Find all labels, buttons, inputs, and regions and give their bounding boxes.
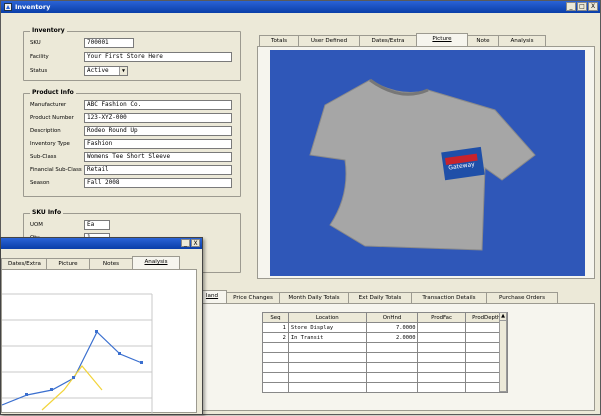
- financial-sub-class-field[interactable]: Retail: [84, 165, 232, 175]
- inventory-type-label: Inventory Type: [30, 141, 70, 147]
- cell-location[interactable]: Store Display: [287, 322, 367, 333]
- product-info-legend: Product Info: [30, 89, 76, 96]
- table-row[interactable]: 2 In Transit 2.0000: [262, 332, 509, 343]
- tab-notes[interactable]: Notes: [89, 258, 133, 269]
- tab-price-changes[interactable]: Price Changes: [226, 292, 280, 303]
- sub-class-label: Sub-Class: [30, 154, 57, 160]
- tab-dates-extra[interactable]: Dates/Extra: [1, 258, 47, 269]
- tab-user-defined[interactable]: User Defined: [298, 35, 360, 46]
- sku-label: SKU: [30, 40, 41, 46]
- cell-onhnd[interactable]: 7.0000: [365, 322, 419, 333]
- table-header: Seq Location OnHnd ProdFac ProdDepth: [262, 312, 509, 323]
- chart-series-blue: [1, 331, 143, 406]
- manufacturer-field[interactable]: ABC Fashion Co.: [84, 100, 232, 110]
- tab-note[interactable]: Note: [467, 35, 499, 46]
- product-info-group: Product Info Manufacturer ABC Fashion Co.…: [23, 89, 241, 197]
- close-button[interactable]: X: [588, 2, 598, 11]
- restore-button[interactable]: □: [577, 2, 587, 11]
- status-value: Active: [87, 67, 109, 74]
- window-title: Inventory: [15, 3, 51, 11]
- cell-seq[interactable]: 1: [262, 322, 289, 333]
- cell-prodfac[interactable]: [417, 322, 466, 333]
- table-row[interactable]: 1 Store Display 7.0000: [262, 322, 509, 333]
- facility-label: Facility: [30, 54, 49, 60]
- minimize-button[interactable]: _: [566, 2, 576, 11]
- sku-field[interactable]: 700001: [84, 38, 134, 48]
- tab-analysis[interactable]: Analysis: [132, 256, 180, 269]
- chart-point: [140, 361, 143, 364]
- table-row[interactable]: [262, 352, 509, 363]
- table-row[interactable]: [262, 362, 509, 373]
- financial-sub-class-label: Financial Sub-Class: [30, 167, 82, 173]
- chart-point: [50, 388, 53, 391]
- status-select[interactable]: Active ▼: [84, 66, 128, 76]
- product-picture: Gateway: [270, 50, 585, 276]
- table-scrollbar[interactable]: ▲: [499, 312, 507, 392]
- product-number-label: Product Number: [30, 115, 74, 121]
- chart-points: [25, 330, 143, 396]
- tab-picture[interactable]: Picture: [46, 258, 90, 269]
- analysis-close-button[interactable]: X: [191, 239, 200, 247]
- col-seq[interactable]: Seq: [262, 312, 289, 323]
- analysis-chart: [1, 269, 197, 414]
- tab-purchase-orders[interactable]: Purchase Orders: [486, 292, 558, 303]
- picture-panel: Gateway: [257, 46, 595, 279]
- tab-picture[interactable]: Picture: [416, 33, 468, 46]
- tab-ext-daily-totals[interactable]: Ext Daily Totals: [348, 292, 412, 303]
- chart-point: [72, 376, 75, 379]
- cell-location[interactable]: In Transit: [287, 332, 367, 343]
- tab-transaction-details[interactable]: Transaction Details: [411, 292, 487, 303]
- tab-month-daily-totals[interactable]: Month Daily Totals: [279, 292, 349, 303]
- season-label: Season: [30, 180, 50, 186]
- chart-point: [95, 330, 98, 333]
- scroll-up-icon[interactable]: ▲: [500, 313, 506, 321]
- analysis-window: _ X Dates/Extra Picture Notes Analysis: [0, 237, 203, 415]
- tab-dates-extra[interactable]: Dates/Extra: [359, 35, 417, 46]
- title-bar[interactable]: Inventory _ □ X: [1, 1, 600, 13]
- tshirt-image: Gateway: [270, 50, 585, 276]
- analysis-title-bar[interactable]: _ X: [1, 238, 202, 249]
- location-tabs: Iand Price Changes Month Daily Totals Ex…: [197, 290, 558, 303]
- analysis-minimize-button[interactable]: _: [181, 239, 190, 247]
- table-row[interactable]: [262, 382, 509, 393]
- app-icon: [4, 3, 12, 11]
- col-location[interactable]: Location: [287, 312, 367, 323]
- tab-analysis[interactable]: Analysis: [498, 35, 546, 46]
- table-row[interactable]: [262, 342, 509, 353]
- description-field[interactable]: Rodeo Round Up: [84, 126, 232, 136]
- cell-onhnd[interactable]: 2.0000: [365, 332, 419, 343]
- chevron-down-icon[interactable]: ▼: [119, 67, 127, 75]
- table-row[interactable]: [262, 372, 509, 383]
- season-field[interactable]: Fall 2008: [84, 178, 232, 188]
- locations-table: Seq Location OnHnd ProdFac ProdDepth 1 S…: [262, 312, 509, 393]
- sub-class-field[interactable]: Womens Tee Short Sleeve: [84, 152, 232, 162]
- uom-label: UOM: [30, 222, 43, 228]
- chart-point: [118, 352, 121, 355]
- cell-prodfac[interactable]: [417, 332, 466, 343]
- col-prodfac[interactable]: ProdFac: [417, 312, 466, 323]
- inventory-legend: Inventory: [30, 27, 67, 34]
- col-onhnd[interactable]: OnHnd: [365, 312, 419, 323]
- uom-field[interactable]: Ea: [84, 220, 110, 230]
- product-number-field[interactable]: 123-XYZ-000: [84, 113, 232, 123]
- detail-tabs: Totals User Defined Dates/Extra Picture …: [259, 33, 546, 46]
- status-label: Status: [30, 68, 48, 74]
- inventory-group: Inventory SKU 700001 Facility Your First S…: [23, 27, 241, 81]
- analysis-tabs: Dates/Extra Picture Notes Analysis: [1, 256, 180, 269]
- facility-field[interactable]: Your First Store Here: [84, 52, 232, 62]
- cell-seq[interactable]: 2: [262, 332, 289, 343]
- analysis-chart-svg: [1, 293, 153, 414]
- chart-point: [25, 393, 28, 396]
- locations-panel: Seq Location OnHnd ProdFac ProdDepth 1 S…: [197, 303, 595, 411]
- description-label: Description: [30, 128, 61, 134]
- manufacturer-label: Manufacturer: [30, 102, 67, 108]
- inventory-type-field[interactable]: Fashion: [84, 139, 232, 149]
- sku-info-legend: SKU Info: [30, 209, 64, 216]
- tab-totals[interactable]: Totals: [259, 35, 299, 46]
